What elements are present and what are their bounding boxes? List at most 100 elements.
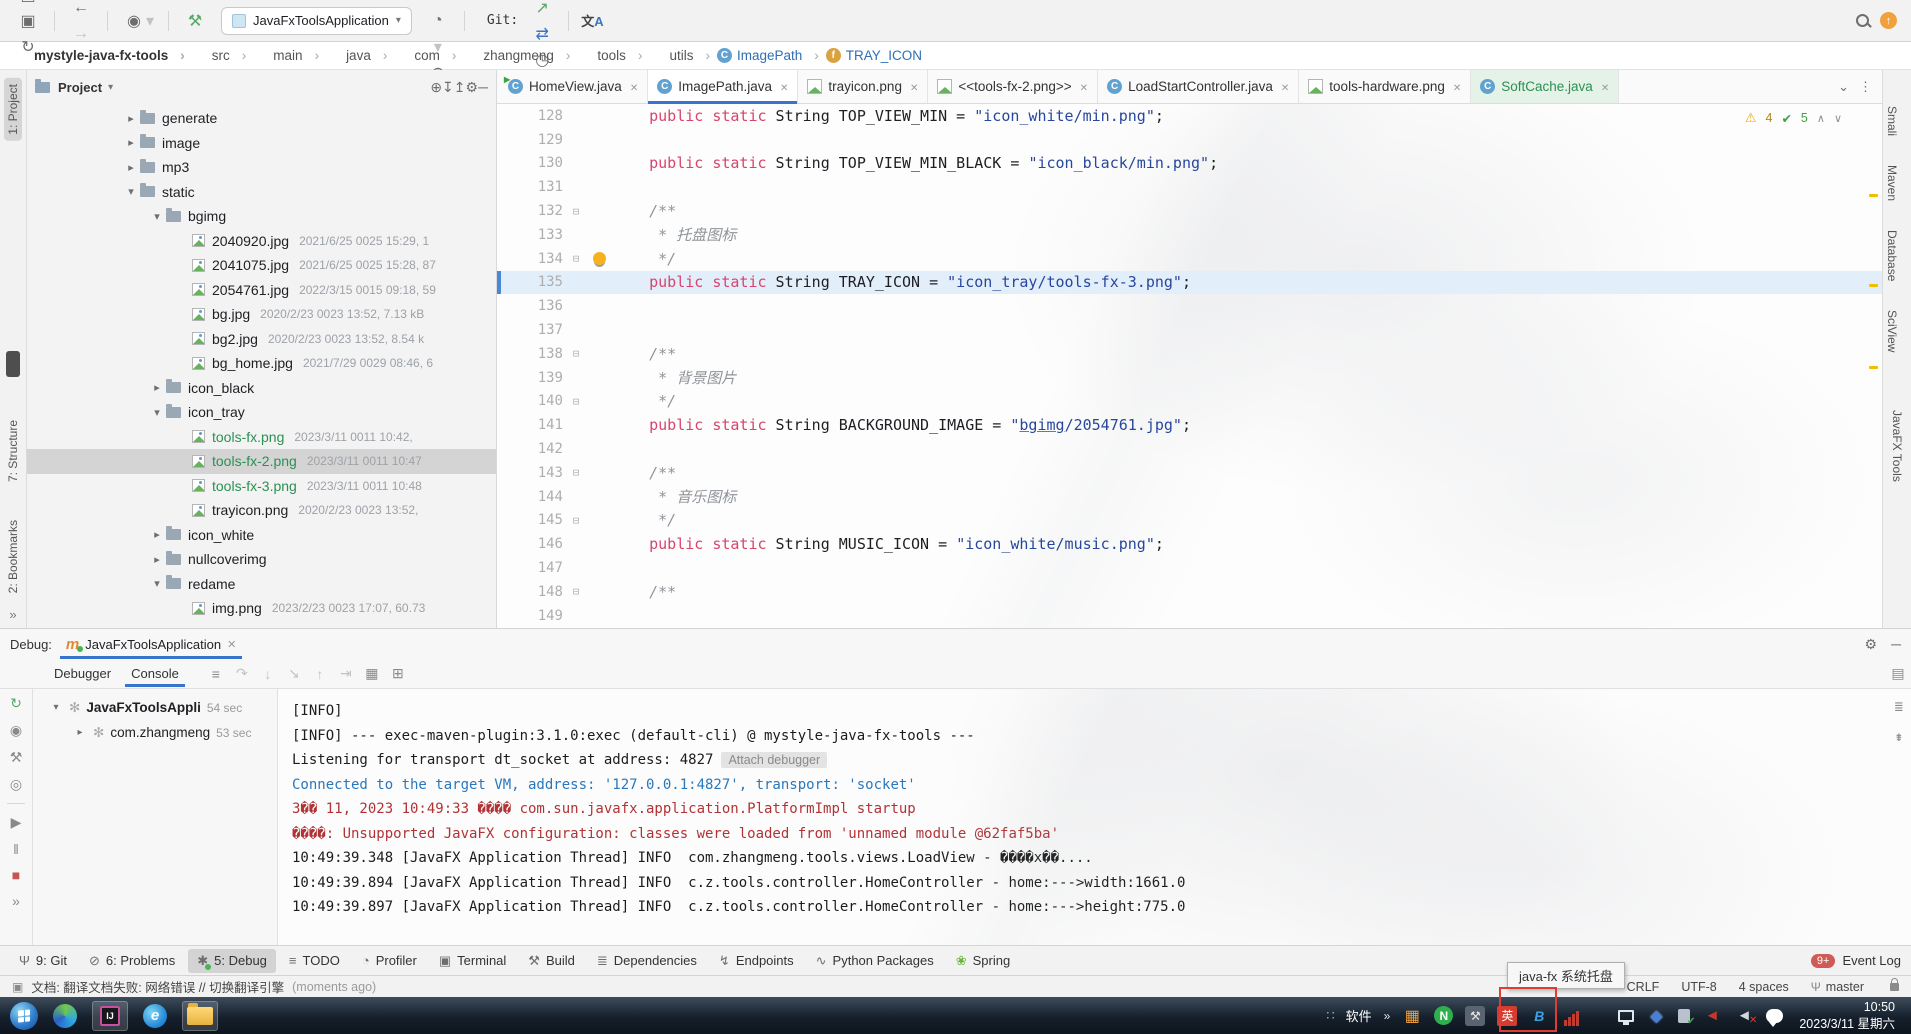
tree-chevron-icon[interactable]: ▸: [148, 381, 166, 394]
breadcrumb-item[interactable]: com: [394, 48, 463, 63]
breadcrumb-item[interactable]: utils: [649, 48, 717, 63]
right-stripe-item[interactable]: Database: [1883, 224, 1901, 287]
right-stripe-item[interactable]: Maven: [1883, 159, 1901, 207]
view-options-icon[interactable]: ◎: [10, 776, 22, 793]
tray-volume-muted-icon[interactable]: ◄: [1734, 1006, 1754, 1026]
tree-row[interactable]: tools-fx-3.png 2023/3/11 0011 10:48: [27, 474, 496, 499]
tray-display-icon[interactable]: [1618, 1010, 1634, 1022]
status-indicator[interactable]: 4 spaces: [1739, 980, 1789, 994]
taskbar-app[interactable]: e: [137, 1001, 173, 1031]
code-line[interactable]: 143 ⊟ /**: [497, 461, 1882, 485]
stop-disabled-icon[interactable]: ◉: [10, 722, 22, 739]
breadcrumb-item[interactable]: tools: [577, 48, 649, 63]
hide-panel-icon[interactable]: ─: [478, 79, 488, 95]
code-line[interactable]: 128 public static String TOP_VIEW_MIN = …: [497, 104, 1882, 128]
inspections-widget[interactable]: ⚠ 4 ✔ 5 ∧ ∨: [1745, 110, 1842, 126]
debug-tab[interactable]: Debugger: [44, 661, 121, 686]
attach-debugger-link[interactable]: Attach debugger: [721, 752, 827, 768]
code-line[interactable]: 147: [497, 556, 1882, 580]
start-button[interactable]: [10, 1002, 38, 1030]
close-icon[interactable]: [1451, 79, 1461, 94]
fold-icon[interactable]: ⊟: [563, 466, 589, 479]
fold-icon[interactable]: ⊟: [563, 395, 589, 408]
step-over-icon[interactable]: ↓: [255, 666, 281, 682]
tree-row[interactable]: bg_home.jpg 2021/7/29 0029 08:46, 6: [27, 351, 496, 376]
editor-tab[interactable]: tools-hardware.png: [1299, 70, 1471, 103]
code-line[interactable]: 148 ⊟ /**: [497, 580, 1882, 604]
editor-tab[interactable]: trayicon.png: [798, 70, 928, 103]
tree-row[interactable]: tools-fx.png 2023/3/11 0011 10:42,: [27, 425, 496, 450]
console-layout-icon[interactable]: ▤: [1885, 665, 1911, 682]
pause-icon[interactable]: ‖: [13, 841, 19, 857]
debug-settings-icon[interactable]: ⚙: [1865, 636, 1878, 653]
tree-chevron-icon[interactable]: ▸: [122, 161, 140, 174]
fold-icon[interactable]: ⊟: [563, 205, 589, 218]
scroll-to-end-icon[interactable]: ⇟: [1895, 729, 1903, 745]
forward-icon[interactable]: →: [67, 21, 95, 47]
close-icon[interactable]: [1599, 79, 1609, 94]
breadcrumb-item[interactable]: TRAY_ICON: [826, 48, 922, 63]
git-push-icon[interactable]: ↗: [528, 0, 556, 21]
debug-tab[interactable]: Console: [121, 661, 189, 686]
code-line[interactable]: 141 public static String BACKGROUND_IMAG…: [497, 413, 1882, 437]
tray-n-app-icon[interactable]: N: [1434, 1006, 1453, 1025]
code-line[interactable]: 145 ⊟ */: [497, 509, 1882, 533]
tree-chevron-icon[interactable]: ▸: [122, 112, 140, 125]
code-editor[interactable]: 128 public static String TOP_VIEW_MIN = …: [497, 104, 1882, 628]
tree-chevron-icon[interactable]: ▸: [148, 553, 166, 566]
fold-icon[interactable]: ⊟: [563, 347, 589, 360]
tree-row[interactable]: ▸ nullcoverimg: [27, 547, 496, 572]
tree-row[interactable]: ▸ generate: [27, 106, 496, 131]
step-out-icon[interactable]: ↑: [307, 666, 333, 682]
tree-row[interactable]: 2041075.jpg 2021/6/25 0025 15:28, 87: [27, 253, 496, 278]
code-line[interactable]: 142: [497, 437, 1882, 461]
editor-tab[interactable]: ImagePath.java: [648, 70, 798, 103]
fold-icon[interactable]: ⊟: [563, 514, 589, 527]
tool-window-tab[interactable]: ▣ Terminal: [430, 949, 515, 973]
debug-session-tab[interactable]: m JavaFxToolsApplication ✕: [60, 629, 242, 659]
sidebar-item-bookmarks[interactable]: 2: Bookmarks: [4, 514, 22, 599]
settings-icon[interactable]: ⚙: [466, 79, 479, 95]
status-indicator[interactable]: UTF-8: [1681, 980, 1716, 994]
right-stripe-item-javafx-tools[interactable]: JavaFX Tools: [1888, 404, 1906, 488]
editor-tab[interactable]: LoadStartController.java: [1098, 70, 1299, 103]
fold-icon[interactable]: ⊟: [563, 252, 589, 265]
tree-row[interactable]: bg.jpg 2020/2/23 0023 13:52, 7.13 kB: [27, 302, 496, 327]
locate-icon[interactable]: ⊕: [430, 79, 442, 95]
code-line[interactable]: 149: [497, 604, 1882, 628]
editor-tab[interactable]: SoftCache.java: [1471, 70, 1619, 103]
tray-signal-icon[interactable]: [1561, 1006, 1581, 1026]
close-icon[interactable]: [778, 79, 788, 94]
soft-wrap-icon[interactable]: ≣: [1895, 699, 1903, 715]
tree-chevron-icon[interactable]: ▸: [73, 727, 87, 738]
tool-window-tab[interactable]: ✱ 5: Debug: [188, 949, 276, 973]
build-hammer-icon[interactable]: ⚒: [181, 8, 209, 34]
back-icon[interactable]: ←: [67, 0, 95, 21]
editor-tab[interactable]: HomeView.java: [499, 70, 648, 103]
tray-volume-icon[interactable]: ◄: [1702, 1006, 1722, 1026]
tool-window-tab[interactable]: ↯ Endpoints: [710, 949, 803, 973]
tree-row[interactable]: 2040920.jpg 2021/6/25 0025 15:29, 1: [27, 229, 496, 254]
code-line[interactable]: 138 ⊟ /**: [497, 342, 1882, 366]
debugger-tree-row[interactable]: ▸ ✻ com.zhangmeng 53 sec: [33, 720, 277, 745]
right-stripe-item[interactable]: SciView: [1883, 304, 1901, 358]
next-problem-icon[interactable]: ∨: [1834, 112, 1842, 125]
taskbar-toolbar-label[interactable]: 软件: [1346, 1006, 1372, 1025]
tree-row[interactable]: 2054761.jpg 2022/3/15 0015 09:18, 59: [27, 278, 496, 303]
tool-window-tab[interactable]: ≣ Dependencies: [588, 949, 706, 973]
collapse-all-icon[interactable]: ↥: [454, 79, 466, 95]
toggle-tool-windows-icon[interactable]: ▣: [12, 980, 23, 994]
expand-all-icon[interactable]: ↧: [442, 79, 454, 95]
run-configuration-select[interactable]: JavaFxToolsApplication ▾: [221, 7, 412, 35]
breadcrumb-item[interactable]: main: [253, 48, 326, 63]
step-into-icon[interactable]: ↘: [281, 665, 307, 682]
tree-chevron-icon[interactable]: ▾: [148, 210, 166, 223]
tree-row[interactable]: ▾ icon_tray: [27, 400, 496, 425]
tool-window-tab[interactable]: Ψ 9: Git: [10, 949, 76, 973]
close-icon[interactable]: [1279, 79, 1289, 94]
scrollbar-warning-mark[interactable]: [1869, 366, 1878, 369]
tray-usb-icon[interactable]: [1678, 1009, 1690, 1023]
tree-row[interactable]: ▸ image: [27, 131, 496, 156]
event-log-button[interactable]: 9+ Event Log: [1811, 953, 1901, 968]
code-line[interactable]: 146 public static String MUSIC_ICON = "i…: [497, 532, 1882, 556]
